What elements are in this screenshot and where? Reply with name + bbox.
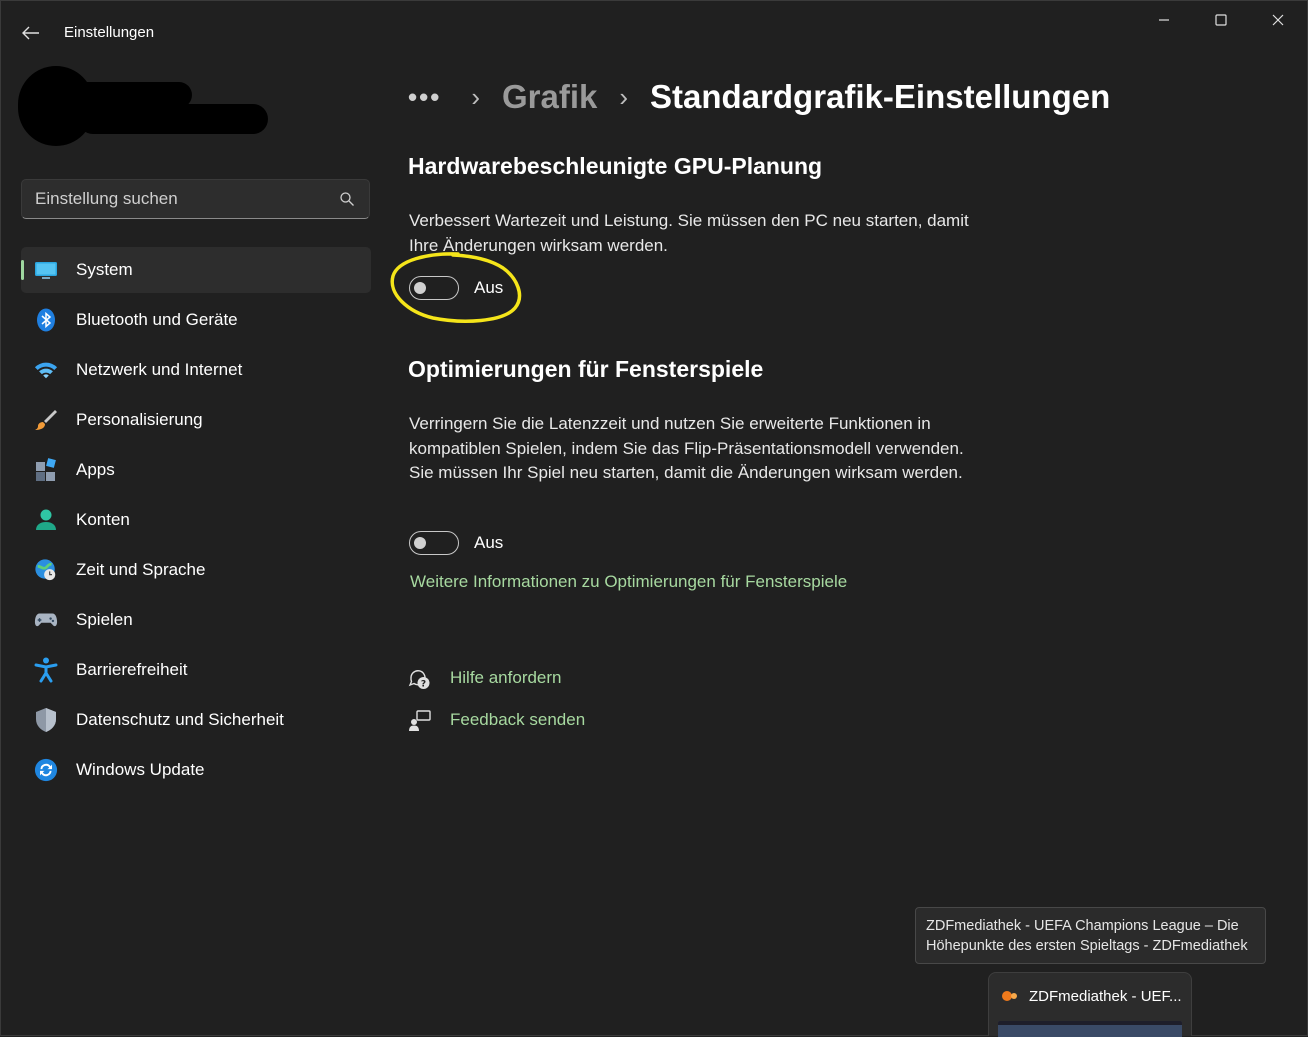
apps-icon — [34, 458, 58, 482]
sidebar-item-system[interactable]: System — [21, 247, 371, 293]
shield-icon — [34, 708, 58, 732]
maximize-button[interactable] — [1193, 4, 1249, 36]
windowed-games-toggle-state: Aus — [474, 533, 504, 552]
chevron-right-icon: › — [471, 81, 480, 112]
sidebar-item-label: Barrierefreiheit — [76, 660, 188, 679]
gpu-scheduling-heading: Hardwarebeschleunigte GPU-Planung — [408, 153, 823, 179]
arrow-left-icon — [22, 26, 39, 40]
sidebar-item-personalization[interactable]: Personalisierung — [21, 397, 371, 443]
system-icon — [34, 258, 58, 282]
sidebar-item-apps[interactable]: Apps — [21, 447, 371, 493]
search-input[interactable]: Einstellung suchen — [35, 180, 325, 218]
taskbar-window-preview[interactable]: ZDFmediathek - UEF... — [988, 972, 1192, 1037]
breadcrumb: ••• › Grafik › Standardgrafik-Einstellun… — [408, 72, 1110, 122]
preview-thumbnail — [998, 1021, 1182, 1037]
title-bar: Einstellungen — [0, 0, 1308, 64]
chevron-right-icon: › — [619, 81, 629, 112]
feedback-icon — [409, 710, 431, 731]
taskbar-tooltip: ZDFmediathek - UEFA Champions League – D… — [915, 907, 1266, 964]
gpu-scheduling-toggle[interactable] — [409, 276, 459, 300]
sidebar-item-network[interactable]: Netzwerk und Internet — [21, 347, 371, 393]
sidebar-item-bluetooth[interactable]: Bluetooth und Geräte — [21, 297, 371, 343]
brush-icon — [34, 408, 58, 432]
globe-clock-icon — [34, 558, 58, 582]
user-profile[interactable] — [18, 64, 268, 148]
svg-text:?: ? — [421, 680, 426, 690]
windowed-games-description: Verringern Sie die Latenzzeit und nutzen… — [409, 414, 964, 482]
wifi-icon — [34, 358, 58, 382]
windowed-games-heading: Optimierungen für Fensterspiele — [408, 356, 764, 382]
sidebar-item-windows-update[interactable]: Windows Update — [21, 747, 371, 793]
update-icon — [34, 758, 58, 782]
sidebar-item-label: Zeit und Sprache — [76, 560, 206, 579]
profile-redaction — [78, 104, 268, 134]
gpu-scheduling-description: Verbessert Wartezeit und Leistung. Sie m… — [409, 211, 969, 255]
sidebar-item-label: Apps — [76, 460, 115, 479]
windowed-games-toggle[interactable] — [409, 531, 459, 555]
search-box[interactable]: Einstellung suchen — [21, 179, 370, 219]
accessibility-icon — [34, 657, 58, 683]
gamepad-icon — [34, 608, 58, 632]
toggle-knob — [414, 537, 426, 549]
gpu-scheduling-toggle-state: Aus — [474, 278, 504, 297]
sidebar-item-label: Konten — [76, 510, 130, 529]
breadcrumb-parent-link[interactable]: Grafik — [502, 78, 597, 116]
windowed-games-more-info-link[interactable]: Weitere Informationen zu Optimierungen f… — [410, 572, 847, 592]
close-icon — [1272, 14, 1284, 26]
sidebar-item-label: Bluetooth und Geräte — [76, 310, 238, 329]
sidebar-item-label: System — [76, 260, 133, 279]
sidebar-item-label: Netzwerk und Internet — [76, 360, 243, 379]
page-title: Standardgrafik-Einstellungen — [650, 78, 1111, 115]
minimize-icon — [1159, 19, 1169, 21]
breadcrumb-more-button[interactable]: ••• — [408, 82, 441, 113]
send-feedback-link[interactable]: Feedback senden — [450, 710, 585, 730]
sidebar-item-label: Windows Update — [76, 760, 205, 779]
sidebar-item-gaming[interactable]: Spielen — [21, 597, 371, 643]
sidebar-item-label: Datenschutz und Sicherheit — [76, 710, 284, 729]
minimize-button[interactable] — [1136, 4, 1192, 36]
app-title: Einstellungen — [64, 24, 155, 41]
sidebar-item-time-language[interactable]: Zeit und Sprache — [21, 547, 371, 593]
search-icon[interactable] — [339, 191, 355, 207]
sidebar-item-privacy[interactable]: Datenschutz und Sicherheit — [21, 697, 371, 743]
toggle-knob — [414, 282, 426, 294]
close-button[interactable] — [1250, 4, 1306, 36]
zdf-logo-icon — [1002, 991, 1017, 1001]
sidebar-item-accounts[interactable]: Konten — [21, 497, 371, 543]
sidebar-nav: System Bluetooth und Geräte Netzwerk und… — [21, 247, 371, 797]
account-icon — [34, 508, 58, 532]
maximize-icon — [1215, 14, 1227, 26]
sidebar-item-accessibility[interactable]: Barrierefreiheit — [21, 647, 371, 693]
get-help-link[interactable]: Hilfe anfordern — [450, 668, 562, 688]
help-chat-icon: ? — [408, 670, 430, 690]
bluetooth-icon — [34, 308, 58, 332]
sidebar-item-label: Personalisierung — [76, 410, 203, 429]
sidebar-item-label: Spielen — [76, 610, 133, 629]
back-button[interactable] — [14, 18, 48, 48]
preview-title: ZDFmediathek - UEF... — [1029, 988, 1182, 1005]
